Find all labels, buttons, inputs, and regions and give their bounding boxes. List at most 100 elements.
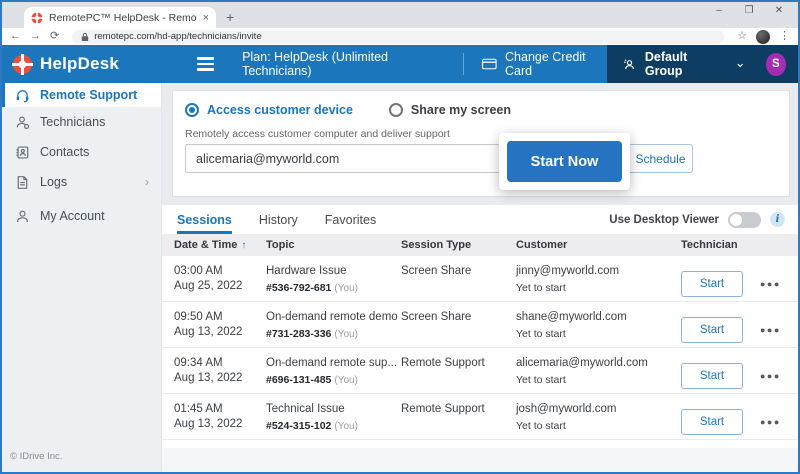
app-body: Remote Support Technicians Contacts Logs…	[2, 83, 798, 472]
session-time: 09:34 AM	[174, 356, 266, 371]
address-bar[interactable]: remotepc.com/hd-app/technicians/invite	[72, 30, 724, 44]
start-session-button[interactable]: Start	[681, 363, 743, 389]
toggle-knob	[730, 214, 742, 226]
tab-close-icon[interactable]: ×	[203, 12, 209, 24]
session-customer: josh@myworld.com	[516, 402, 681, 417]
session-customer: jinny@myworld.com	[516, 264, 681, 279]
more-options-icon[interactable]: ●●●	[760, 325, 781, 335]
invite-input-row: Schedule	[185, 144, 779, 173]
radio-selected-icon	[185, 103, 199, 117]
table-row: 01:45 AMAug 13, 2022 Technical Issue#524…	[162, 394, 798, 440]
chevron-down-icon: ⌄	[735, 55, 746, 71]
sidebar-item-remote-support[interactable]: Remote Support	[2, 83, 161, 107]
account-icon	[15, 209, 30, 224]
browser-tab[interactable]: RemotePC™ HelpDesk - Remote ×	[24, 7, 216, 28]
session-id: #536-792-681	[266, 282, 331, 294]
session-status: Yet to start	[516, 328, 681, 340]
change-credit-card-button[interactable]: Change Credit Card	[482, 50, 606, 78]
more-options-icon[interactable]: ●●●	[760, 279, 781, 289]
session-date: Aug 25, 2022	[174, 279, 266, 294]
start-session-button[interactable]: Start	[681, 409, 743, 435]
start-session-button[interactable]: Start	[681, 317, 743, 343]
session-type: Screen Share	[401, 264, 516, 301]
close-window-icon[interactable]: ✕	[764, 3, 794, 19]
tab-sessions[interactable]: Sessions	[177, 205, 232, 234]
column-topic[interactable]: Topic	[266, 239, 401, 251]
hamburger-menu-icon[interactable]	[197, 57, 214, 70]
desktop-viewer-toggle[interactable]	[728, 212, 761, 228]
browser-tabstrip: RemotePC™ HelpDesk - Remote × + – ❐ ✕	[2, 2, 798, 28]
url-text: remotepc.com/hd-app/technicians/invite	[94, 31, 261, 42]
table-row: 03:00 AMAug 25, 2022 Hardware Issue#536-…	[162, 256, 798, 302]
desktop-viewer-label: Use Desktop Viewer	[609, 214, 719, 226]
main-content: Access customer device Share my screen R…	[162, 83, 798, 472]
logs-icon	[15, 175, 30, 190]
session-date: Aug 13, 2022	[174, 325, 266, 340]
chevron-right-icon: ›	[145, 175, 161, 189]
tab-history[interactable]: History	[259, 205, 298, 234]
session-status: Yet to start	[516, 374, 681, 386]
sidebar-item-my-account[interactable]: My Account	[2, 201, 161, 231]
column-date-time[interactable]: Date & Time ↑	[174, 239, 266, 251]
browser-menu-icon[interactable]: ⋮	[779, 31, 790, 42]
browser-profile-avatar[interactable]	[756, 30, 770, 44]
session-time: 09:50 AM	[174, 310, 266, 325]
radio-unselected-icon	[389, 103, 403, 117]
session-owner: (You)	[334, 283, 358, 294]
session-customer: alicemaria@myworld.com	[516, 356, 681, 371]
minimize-icon[interactable]: –	[704, 3, 734, 19]
new-tab-icon[interactable]: +	[226, 9, 234, 28]
sort-asc-icon: ↑	[241, 240, 246, 251]
copyright-text: © IDrive Inc.	[10, 451, 62, 462]
sidebar-item-technicians[interactable]: Technicians	[2, 107, 161, 137]
table-row: 09:50 AMAug 13, 2022 On-demand remote de…	[162, 302, 798, 348]
column-customer[interactable]: Customer	[516, 239, 681, 251]
start-now-button[interactable]: Start Now	[507, 141, 622, 182]
session-status: Yet to start	[516, 282, 681, 294]
tab-favorites[interactable]: Favorites	[325, 205, 376, 234]
bookmark-star-icon[interactable]: ☆	[737, 31, 747, 42]
more-options-icon[interactable]: ●●●	[760, 417, 781, 427]
reload-icon[interactable]: ⟳	[50, 31, 59, 42]
lifebuoy-favicon-icon	[31, 12, 43, 24]
sidebar-item-label: My Account	[40, 209, 105, 223]
sidebar-item-label: Contacts	[40, 145, 89, 159]
desktop-viewer-control: Use Desktop Viewer i	[609, 212, 785, 228]
start-session-button[interactable]: Start	[681, 271, 743, 297]
forward-icon[interactable]: →	[30, 31, 41, 42]
session-customer: shane@myworld.com	[516, 310, 681, 325]
session-topic: On-demand remote sup...	[266, 356, 401, 371]
headset-icon	[15, 88, 30, 103]
session-status: Yet to start	[516, 420, 681, 432]
sidebar-item-logs[interactable]: Logs ›	[2, 167, 161, 197]
session-owner: (You)	[334, 329, 358, 340]
column-session-type[interactable]: Session Type	[401, 239, 516, 251]
info-icon[interactable]: i	[770, 212, 785, 227]
restore-icon[interactable]: ❐	[734, 3, 764, 19]
back-icon[interactable]: ←	[10, 31, 21, 42]
group-selector[interactable]: Default Group ⌄ S	[607, 45, 798, 83]
technicians-icon	[15, 115, 30, 130]
invite-helper-text: Remotely access customer computer and de…	[185, 128, 779, 140]
radio-share-my-screen[interactable]: Share my screen	[389, 103, 511, 117]
session-owner: (You)	[334, 421, 358, 432]
session-type: Remote Support	[401, 356, 516, 393]
session-topic: On-demand remote demo	[266, 310, 401, 325]
table-header: Date & Time ↑ Topic Session Type Custome…	[162, 234, 798, 256]
session-topic: Technical Issue	[266, 402, 401, 417]
sidebar-item-contacts[interactable]: Contacts	[2, 137, 161, 167]
column-technician[interactable]: Technician	[681, 239, 798, 251]
session-time: 03:00 AM	[174, 264, 266, 279]
radio-access-customer-device[interactable]: Access customer device	[185, 103, 353, 117]
group-label: Default Group	[645, 50, 719, 78]
contacts-icon	[15, 145, 30, 160]
invite-panel: Access customer device Share my screen R…	[172, 90, 790, 197]
window-controls: – ❐ ✕	[704, 3, 794, 19]
more-options-icon[interactable]: ●●●	[760, 371, 781, 381]
sessions-panel: Sessions History Favorites Use Desktop V…	[162, 205, 798, 448]
credit-card-icon	[482, 58, 497, 70]
schedule-button[interactable]: Schedule	[628, 144, 693, 173]
tab-title: RemotePC™ HelpDesk - Remote	[49, 12, 197, 24]
app-header: HelpDesk Plan: HelpDesk (Unlimited Techn…	[2, 45, 798, 83]
user-avatar[interactable]: S	[766, 53, 786, 76]
